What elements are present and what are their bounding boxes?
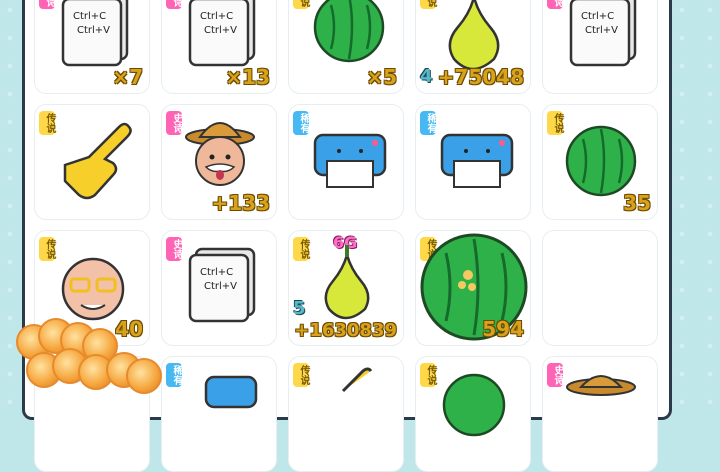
item-count: +1630839 — [294, 320, 397, 341]
cell-copy-paste[interactable]: 史诗 Ctrl+C Ctrl+V ×7 — [34, 0, 150, 94]
cell-old-man-hat[interactable]: 史诗 +133 — [161, 104, 277, 220]
copy-text: Ctrl+C — [73, 11, 106, 22]
copy-text: Ctrl+C — [200, 11, 233, 22]
paste-text: Ctrl+V — [204, 25, 237, 36]
copy-paste-icon: Ctrl+C Ctrl+V — [188, 247, 256, 323]
copy-paste-icon: Ctrl+C Ctrl+V — [569, 0, 637, 67]
printer-icon — [313, 133, 387, 188]
cell-watermelon-big[interactable]: 传说 594 — [415, 230, 531, 346]
copy-text: Ctrl+C — [200, 267, 233, 278]
item-count: +75048 — [437, 65, 524, 89]
cell-copy-paste[interactable]: 史诗 Ctrl+C Ctrl+V ×13 — [161, 0, 277, 94]
heart-coins-stack — [16, 318, 166, 408]
item-count: ×13 — [225, 65, 270, 89]
item-count: ×7 — [112, 65, 143, 89]
paste-text: Ctrl+V — [77, 25, 110, 36]
item-count: 35 — [623, 191, 651, 215]
item-count: 594 — [482, 317, 524, 341]
heart-coin-icon — [126, 358, 162, 394]
cell-empty[interactable] — [542, 230, 658, 346]
item-count: +133 — [211, 191, 270, 215]
cell-pear[interactable]: 传说 6G 5 +1630839 — [288, 230, 404, 346]
cell-watermelon[interactable]: 传说 ×5 — [288, 0, 404, 94]
copy-text: Ctrl+C — [581, 11, 614, 22]
cell-pear[interactable]: 传说 4 +75048 — [415, 0, 531, 94]
cell-watermelon[interactable]: 传说 — [415, 356, 531, 472]
printer-icon — [440, 133, 514, 188]
level-number: 4 — [420, 66, 433, 87]
cell-watermelon[interactable]: 传说 35 — [542, 104, 658, 220]
cell-copy-paste[interactable]: 史诗 Ctrl+C Ctrl+V — [542, 0, 658, 94]
cell-printer[interactable]: 稀有 — [415, 104, 531, 220]
level-number: 5 — [293, 298, 306, 319]
cell-pointing-hand[interactable]: 传说 — [288, 356, 404, 472]
paste-text: Ctrl+V — [585, 25, 618, 36]
cell-copy-paste[interactable]: 史诗 Ctrl+C Ctrl+V — [161, 230, 277, 346]
printer-icon — [204, 375, 258, 409]
cell-printer[interactable]: 稀有 — [161, 356, 277, 472]
paste-text: Ctrl+V — [204, 281, 237, 292]
pointing-hand-icon — [341, 367, 373, 393]
farmer-hat-icon — [566, 375, 636, 396]
pointing-hand-icon — [63, 122, 132, 200]
cell-printer[interactable]: 稀有 — [288, 104, 404, 220]
watermelon-icon — [442, 373, 506, 437]
item-count: ×5 — [366, 65, 397, 89]
cell-old-man-hat[interactable]: 史诗 — [542, 356, 658, 472]
cell-pointing-hand[interactable]: 传说 — [34, 104, 150, 220]
